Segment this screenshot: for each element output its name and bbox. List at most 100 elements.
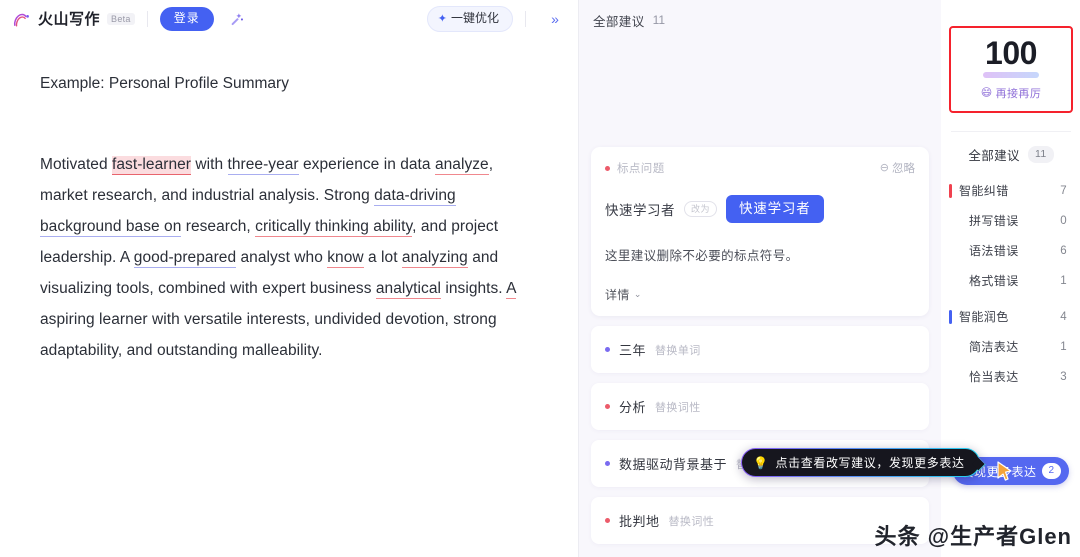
score-subtitle-text: 再接再厉 bbox=[995, 87, 1042, 100]
suggestion-list-item[interactable]: 三年 替换单词 bbox=[591, 326, 929, 374]
minus-circle-icon: ⊖ bbox=[879, 161, 889, 174]
sidebar-item-label: 拼写错误 bbox=[969, 214, 1019, 229]
original-word: 快速学习者 bbox=[605, 203, 675, 219]
app-root: 火山写作 Beta 登录 ✦ 一键优化 » Example: Personal bbox=[0, 0, 1080, 557]
top-toolbar: 火山写作 Beta 登录 ✦ 一键优化 » bbox=[0, 0, 578, 38]
severity-dot-icon bbox=[605, 518, 610, 524]
sidebar-item-spelling-errors[interactable]: 拼写错误 0 bbox=[941, 206, 1080, 236]
sidebar-item-label: 智能润色 bbox=[959, 310, 1009, 325]
suggestions-header-title: 全部建议 bbox=[593, 14, 645, 29]
toolbar-divider-2 bbox=[525, 11, 526, 27]
suggestion-card-tag: 标点问题 bbox=[605, 160, 665, 176]
suggestion-detail-toggle[interactable]: 详情 ⌄ bbox=[605, 286, 642, 303]
severity-dot-icon bbox=[605, 165, 610, 171]
text-run: with bbox=[191, 156, 228, 174]
sidebar-item-count: 4 bbox=[1060, 310, 1067, 323]
rewrite-hint-tooltip[interactable]: 💡 点击查看改写建议，发现更多表达 bbox=[741, 448, 986, 477]
brand: 火山写作 Beta bbox=[12, 9, 135, 30]
one-click-optimize-button[interactable]: ✦ 一键优化 bbox=[426, 6, 513, 32]
sidebar-list: 全部建议 11 智能纠错 7 拼写错误 0 语法错误 6 格式错误 1 智能润色… bbox=[941, 132, 1080, 392]
collapse-panel-button[interactable]: » bbox=[542, 6, 568, 32]
sidebar-item-label: 智能纠错 bbox=[959, 184, 1009, 199]
severity-dot-icon bbox=[605, 404, 610, 410]
optimize-label: 一键优化 bbox=[450, 11, 499, 26]
text-run: analyst who bbox=[236, 249, 328, 267]
sidebar-item-appropriate-expression[interactable]: 恰当表达 3 bbox=[941, 362, 1080, 392]
tooltip-text: 点击查看改写建议，发现更多表达 bbox=[775, 456, 965, 470]
error-mark-analyzing[interactable]: analyzing bbox=[401, 249, 468, 269]
sidebar-item-format-errors[interactable]: 格式错误 1 bbox=[941, 266, 1080, 296]
severity-dot-icon bbox=[605, 461, 610, 467]
sidebar-item-count: 0 bbox=[1060, 214, 1067, 227]
score-subtitle: 😄 再接再厉 bbox=[951, 85, 1071, 101]
list-item-kind: 替换词性 bbox=[668, 515, 715, 528]
toolbar-divider bbox=[146, 11, 148, 27]
list-item-word: 数据驱动背景基于 bbox=[619, 457, 728, 473]
text-run: Motivated bbox=[40, 156, 113, 174]
apply-suggestion-button[interactable]: 快速学习者 bbox=[726, 195, 824, 224]
sidebar-item-grammar-errors[interactable]: 语法错误 6 bbox=[941, 236, 1080, 266]
lightbulb-icon: 💡 bbox=[753, 455, 769, 470]
replace-arrow-badge: 改为 bbox=[684, 200, 718, 218]
sidebar-item-count: 1 bbox=[1060, 340, 1067, 353]
error-mark-a[interactable]: A bbox=[506, 280, 516, 300]
text-run: experience in data bbox=[298, 156, 435, 174]
suggestion-replacement-row: 快速学习者 改为 快速学习者 bbox=[605, 195, 915, 224]
list-item-kind: 替换单词 bbox=[655, 344, 701, 357]
document-title: Example: Personal Profile Summary bbox=[40, 75, 289, 92]
sidebar-item-smart-correction[interactable]: 智能纠错 7 bbox=[941, 176, 1080, 206]
suggestions-scroll[interactable]: 标点问题 ⊖ 忽略 快速学习者 改为 快速学习者 这里建议删除不必要的标点符号。… bbox=[579, 34, 941, 557]
watermark: 头条 @生产者Glen bbox=[874, 524, 1072, 549]
sidebar-item-all-suggestions[interactable]: 全部建议 11 bbox=[941, 140, 1080, 170]
login-button[interactable]: 登录 bbox=[159, 7, 214, 31]
error-mark-analytical[interactable]: analytical bbox=[375, 280, 441, 300]
list-item-word: 分析 bbox=[619, 400, 647, 416]
sidebar-item-count: 3 bbox=[1060, 370, 1067, 383]
editor-column: 火山写作 Beta 登录 ✦ 一键优化 » Example: Personal bbox=[0, 0, 579, 557]
smile-emoji-icon: 😄 bbox=[980, 87, 993, 100]
score-underline-decoration bbox=[983, 71, 1039, 78]
sidebar-item-concise-expression[interactable]: 简洁表达 1 bbox=[941, 332, 1080, 362]
suggestion-note: 这里建议删除不必要的标点符号。 bbox=[605, 249, 799, 264]
brand-name: 火山写作 bbox=[38, 10, 101, 28]
suggestion-mark-three-year[interactable]: three-year bbox=[227, 156, 299, 176]
sidebar-item-count: 11 bbox=[1027, 146, 1054, 163]
document-body[interactable]: Motivated fast-learner with three-year e… bbox=[40, 149, 540, 366]
sidebar-item-label: 简洁表达 bbox=[969, 340, 1019, 355]
error-mark-fast-learner[interactable]: fast-learner bbox=[112, 156, 192, 176]
sidebar-item-label: 恰当表达 bbox=[969, 370, 1019, 385]
error-mark-analyze[interactable]: analyze bbox=[434, 156, 489, 176]
sparkle-icon: ✦ bbox=[437, 12, 447, 25]
beta-badge: Beta bbox=[107, 12, 135, 26]
document-area[interactable]: Example: Personal Profile Summary Motiva… bbox=[0, 38, 578, 557]
suggestion-mark-good-prepared[interactable]: good-prepared bbox=[133, 249, 237, 269]
sidebar-item-smart-polish[interactable]: 智能润色 4 bbox=[941, 302, 1080, 332]
volcano-logo-icon bbox=[13, 13, 29, 26]
sidebar-item-count: 7 bbox=[1060, 184, 1067, 197]
magic-wand-icon[interactable] bbox=[224, 6, 250, 32]
list-item-kind: 替换词性 bbox=[655, 401, 701, 414]
sidebar-item-label: 格式错误 bbox=[969, 274, 1019, 289]
text-run: a lot bbox=[363, 249, 402, 267]
error-mark-know[interactable]: know bbox=[327, 249, 364, 269]
text-run: insights. bbox=[441, 280, 507, 298]
chevron-down-icon: ⌄ bbox=[633, 289, 642, 300]
magic-wand-glyph bbox=[231, 13, 243, 26]
suggestion-list-item[interactable]: 分析 替换词性 bbox=[591, 383, 929, 431]
detail-label: 详情 bbox=[605, 288, 630, 303]
suggestion-card-tag-label: 标点问题 bbox=[617, 163, 665, 175]
suggestion-card[interactable]: 标点问题 ⊖ 忽略 快速学习者 改为 快速学习者 这里建议删除不必要的标点符号。… bbox=[591, 147, 929, 317]
error-mark-critically-thinking[interactable]: critically thinking ability bbox=[255, 218, 413, 238]
score-panel: 100 😄 再接再厉 bbox=[949, 26, 1073, 113]
severity-dot-icon bbox=[605, 347, 610, 353]
sidebar-item-count: 6 bbox=[1060, 244, 1067, 257]
text-run: aspiring learner with versatile interest… bbox=[40, 311, 497, 360]
ignore-button[interactable]: ⊖ 忽略 bbox=[880, 160, 915, 176]
sidebar-item-count: 1 bbox=[1060, 274, 1067, 287]
score-value: 100 bbox=[985, 35, 1037, 71]
suggestions-header: 全部建议 11 bbox=[579, 0, 941, 34]
group-accent-bar bbox=[949, 309, 952, 324]
suggestions-header-count: 11 bbox=[652, 13, 666, 27]
ignore-label: 忽略 bbox=[892, 163, 915, 175]
list-item-word: 批判地 bbox=[619, 514, 660, 530]
